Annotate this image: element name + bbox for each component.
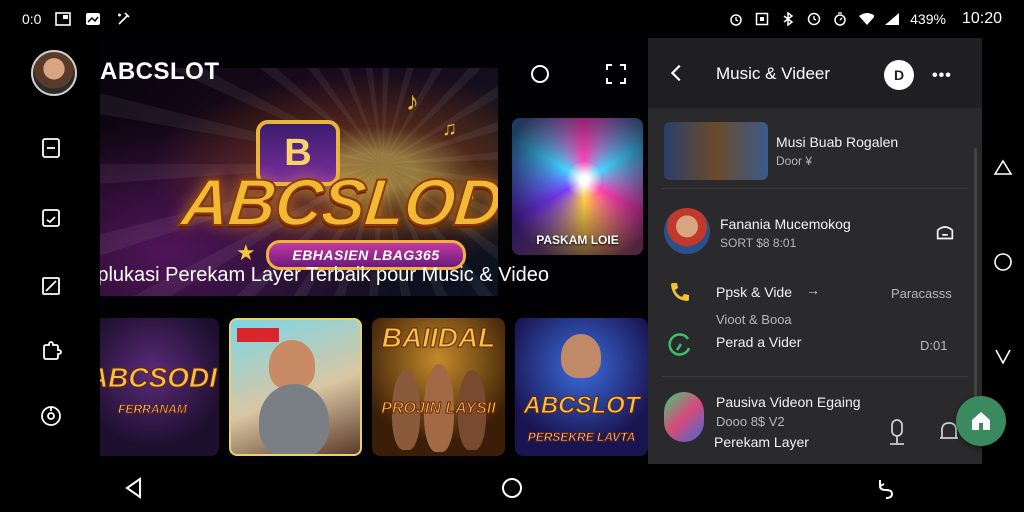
tile-card[interactable] [229, 318, 362, 456]
feature-card[interactable]: PASKAM LOIE [512, 118, 643, 255]
avatar[interactable] [31, 50, 77, 96]
puzzle-icon[interactable] [37, 338, 65, 366]
tile-subtitle: FERRANAM [118, 402, 188, 417]
image-icon [85, 12, 101, 26]
arrow-right-icon: → [806, 282, 820, 298]
item-thumbnail[interactable] [664, 122, 768, 180]
item-subtitle: Vioot & Booa [716, 312, 792, 327]
tile-card[interactable]: ABCSODI FERRANAM [100, 318, 219, 456]
fullscreen-icon[interactable] [604, 62, 628, 86]
compass-icon[interactable] [37, 402, 65, 430]
hero-logo: ABCSLODT [177, 164, 498, 240]
recents-nav-icon[interactable] [874, 476, 898, 500]
circle-icon[interactable] [993, 252, 1013, 272]
portrait [561, 334, 601, 378]
divider [662, 376, 968, 377]
cast-icon[interactable] [934, 222, 956, 244]
tile-tag [237, 328, 279, 342]
main-content: ♪ ♫ ♪ B ABCSLODT EBHASIEN LBAG365 ★ ABCS… [100, 38, 648, 464]
portrait-body [259, 384, 329, 454]
more-icon[interactable]: ••• [932, 67, 952, 85]
navigation-bar [0, 464, 1024, 512]
headline: Aplukasi Perekam Layer Terbaik pour Musi… [100, 264, 550, 286]
clock-icon [806, 12, 822, 26]
alarm-icon [728, 12, 744, 26]
item-title[interactable]: Fanania Mucemokog [720, 216, 851, 232]
left-rail [0, 38, 100, 464]
back-arrow-icon[interactable] [666, 62, 688, 84]
star-icon: ★ [236, 240, 256, 265]
music-note-icon: ♪ [406, 86, 419, 116]
item-subtitle: SORT $8 8:01 [720, 236, 797, 250]
portrait [269, 340, 315, 390]
tile-title: ABCSLOT [523, 392, 640, 420]
wand-icon [115, 12, 131, 26]
tile-title: ABCSODI [100, 362, 218, 394]
status-left-text: 0:0 [22, 11, 42, 27]
tile-row: ABCSODI FERRANAM BAIIDAL PROJIN LAYSII A… [100, 318, 648, 456]
tile-card[interactable]: ABCSLOT PERSEKRE LAVTA [515, 318, 648, 456]
item-avatar[interactable] [664, 392, 704, 442]
home-icon [972, 412, 990, 430]
feature-card-caption: PASKAM LOIE [536, 233, 619, 247]
item-title[interactable]: Ppsk & Vide [716, 284, 792, 300]
music-video-panel: Music & Videer D ••• Musi Buab Rogalen D… [648, 38, 982, 464]
status-bar: 0:0 439% 10:20 [0, 0, 1024, 38]
tile-card[interactable]: BAIIDAL PROJIN LAYSII [372, 318, 505, 456]
tile-title: BAIIDAL [381, 322, 496, 354]
item-avatar[interactable] [664, 208, 710, 254]
item-title[interactable]: Musi Buab Rogalen [776, 134, 898, 150]
divider [662, 188, 968, 189]
wifi-icon [858, 12, 875, 26]
item-subtitle: Door ¥ [776, 154, 813, 168]
panel-title: Music & Videer [716, 64, 831, 83]
hero-banner[interactable]: ♪ ♫ ♪ B ABCSLODT EBHASIEN LBAG365 ★ [100, 68, 498, 296]
item-title[interactable]: Perad a Vider [716, 334, 801, 350]
item-subtitle-2: Perekam Layer [714, 434, 809, 450]
search-icon[interactable] [528, 62, 552, 86]
status-time: 10:20 [961, 10, 1002, 27]
triangle-up-icon[interactable] [993, 158, 1013, 178]
signal-icon [884, 12, 900, 26]
edit-icon[interactable] [37, 272, 65, 300]
triangle-down-icon[interactable] [993, 346, 1013, 366]
panel-header: Music & Videer D ••• [648, 38, 982, 108]
back-nav-icon[interactable] [122, 476, 146, 500]
bluetooth-icon [780, 12, 796, 26]
refresh-icon [668, 333, 691, 356]
profile-button[interactable]: D [884, 60, 914, 90]
app-title: ABCSLOT [100, 58, 220, 85]
item-title[interactable]: Pausiva Videon Egaing [716, 394, 861, 410]
phone-icon [671, 283, 689, 301]
item-right-text: Paracasss [891, 286, 952, 301]
tile-subtitle: PROJIN LAYSII [381, 400, 496, 418]
gallery-icon [55, 12, 72, 26]
timer-icon [832, 12, 848, 26]
home-fab-button[interactable] [956, 396, 1006, 446]
battery-percent: 439% [910, 11, 946, 27]
mic-icon[interactable] [886, 418, 908, 448]
tile-subtitle: PERSEKRE LAVTA [527, 430, 636, 445]
calendar-icon[interactable] [37, 204, 65, 232]
item-right-text: D:01 [920, 338, 948, 353]
music-note-icon: ♫ [442, 118, 457, 140]
nfc-icon [754, 12, 770, 26]
item-subtitle: Dooo 8$ V2 [716, 414, 785, 429]
home-nav-icon[interactable] [500, 476, 524, 500]
notes-icon[interactable] [37, 134, 65, 162]
scrollbar[interactable] [974, 148, 977, 438]
